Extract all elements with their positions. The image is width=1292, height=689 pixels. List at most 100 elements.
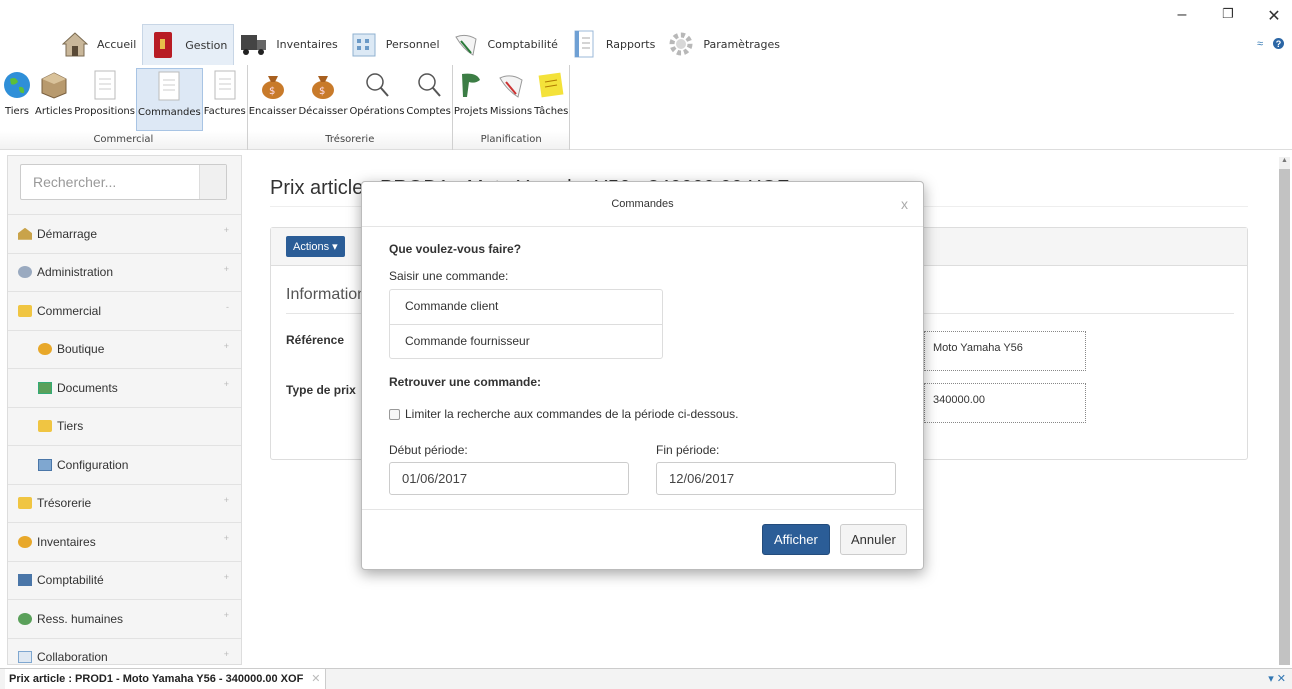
- sidebar-item-tresorerie[interactable]: Trésorerie +: [8, 483, 241, 523]
- money-bag-icon: $: [307, 68, 339, 102]
- sidebar-item-collaboration[interactable]: Collaboration +: [8, 637, 241, 665]
- sidebar-item-administration[interactable]: Administration +: [8, 252, 241, 292]
- building-icon: [350, 30, 378, 58]
- ribbon-articles-button[interactable]: Articles: [34, 68, 73, 131]
- ribbon-commandes-button[interactable]: Commandes: [135, 68, 203, 131]
- help-icon[interactable]: ?: [1273, 38, 1284, 49]
- start-period-label: Début période:: [389, 443, 468, 457]
- sidebar-item-label: Ress. humaines: [37, 611, 124, 626]
- ribbon-button-label: Tiers: [4, 106, 30, 117]
- sidebar-item-boutique[interactable]: Boutique +: [8, 329, 241, 369]
- sidebar-item-tiers[interactable]: Tiers: [8, 406, 241, 446]
- chevron-icon: +: [223, 533, 229, 543]
- ribbon-group-label: Planification: [452, 131, 570, 149]
- sidebar-item-label: Administration: [37, 265, 114, 280]
- sidebar-item-configuration[interactable]: Configuration: [8, 445, 241, 484]
- sidebar-item-label: Documents: [57, 380, 118, 395]
- close-tab-icon[interactable]: ✕: [311, 673, 320, 685]
- ribbon-decaisser-button[interactable]: $ Décaisser: [297, 68, 348, 131]
- sidebar-item-demarrage[interactable]: Démarrage +: [8, 214, 241, 253]
- ribbon-comptes-button[interactable]: Comptes: [405, 68, 451, 131]
- gear-icon: [667, 30, 695, 58]
- menu-accueil[interactable]: Accueil: [55, 24, 142, 64]
- menu-parametrages[interactable]: Paramètrages: [661, 24, 786, 64]
- chevron-icon: +: [223, 379, 229, 389]
- ribbon-tiers-button[interactable]: Tiers: [0, 68, 34, 131]
- tab-label: Prix article : PROD1 - Moto Yamaha Y56 -…: [9, 673, 304, 685]
- search-box: Rechercher...: [20, 164, 227, 200]
- dialog-footer-divider: [362, 509, 923, 510]
- menu-label: Rapports: [605, 37, 656, 51]
- box-icon: [38, 343, 52, 356]
- sidebar-item-comptabilite[interactable]: Comptabilité +: [8, 560, 241, 600]
- menu-gestion[interactable]: Gestion: [142, 24, 235, 65]
- money-bag-icon: $: [257, 68, 289, 102]
- menu-inventaires[interactable]: Inventaires: [234, 24, 343, 64]
- chevron-icon: +: [223, 340, 229, 351]
- menu-label: Comptabilité: [487, 37, 558, 51]
- end-period-label: Fin période:: [656, 443, 720, 457]
- close-icon[interactable]: x: [901, 196, 908, 212]
- sidebar-item-commercial[interactable]: Commercial -: [8, 291, 241, 330]
- list-item-commande-fournisseur[interactable]: Commande fournisseur: [390, 324, 662, 358]
- top-menu: Accueil Gestion Inventaires Personnel Co…: [0, 24, 1292, 65]
- annuler-button[interactable]: Annuler: [840, 524, 907, 555]
- sidebar-item-inventaires[interactable]: Inventaires +: [8, 522, 241, 561]
- search-button[interactable]: [200, 165, 226, 199]
- ribbon-group-label: Commercial: [0, 131, 247, 149]
- document-icon: [89, 68, 121, 102]
- sidebar-item-label: Comptabilité: [37, 573, 104, 588]
- ribbon-taches-button[interactable]: Tâches: [533, 68, 569, 131]
- field-value-reference[interactable]: Moto Yamaha Y56: [924, 331, 1086, 371]
- sidebar-item-ress-humaines[interactable]: Ress. humaines +: [8, 599, 241, 638]
- sidebar-item-label: Démarrage: [37, 226, 98, 241]
- menu-label: Gestion: [185, 38, 228, 52]
- folder-icon: [38, 420, 52, 433]
- limit-period-checkbox-row[interactable]: Limiter la recherche aux commandes de la…: [389, 407, 739, 421]
- menu-comptabilite[interactable]: Comptabilité: [446, 24, 564, 64]
- minimize-button[interactable]: –: [1174, 6, 1190, 26]
- ribbon-projets-button[interactable]: Projets: [453, 68, 489, 131]
- actions-button[interactable]: Actions ▾: [286, 236, 345, 257]
- report-icon: [570, 30, 598, 58]
- menu-label: Accueil: [97, 37, 137, 51]
- search-input[interactable]: Rechercher...: [21, 165, 200, 199]
- ribbon-factures-button[interactable]: Factures: [203, 68, 247, 131]
- limit-period-checkbox[interactable]: [389, 408, 400, 420]
- end-period-input[interactable]: 12/06/2017: [656, 462, 896, 495]
- menu-personnel[interactable]: Personnel: [344, 24, 446, 64]
- people-icon: [18, 612, 32, 625]
- field-label-reference: Référence: [286, 333, 345, 347]
- collapse-ribbon-icon[interactable]: ≈: [1257, 38, 1263, 50]
- restore-button[interactable]: ❐: [1220, 6, 1236, 26]
- sidebar-item-label: Collaboration: [37, 650, 108, 665]
- tab-controls[interactable]: ▾ ✕: [1268, 672, 1286, 685]
- ribbon-propositions-button[interactable]: Propositions: [73, 68, 136, 131]
- vertical-scrollbar[interactable]: ▲: [1279, 157, 1290, 665]
- scroll-up-icon[interactable]: ▲: [1281, 157, 1288, 164]
- field-value-type-prix[interactable]: 340000.00: [924, 383, 1086, 423]
- sidebar-item-documents[interactable]: Documents +: [8, 368, 241, 407]
- start-period-input[interactable]: 01/06/2017: [389, 462, 629, 495]
- ribbon-group-tresorerie: $ Encaisser $ Décaisser Opérations Compt…: [247, 65, 453, 150]
- chevron-icon: +: [223, 225, 229, 235]
- afficher-button[interactable]: Afficher: [762, 524, 830, 555]
- ribbon-button-label: Missions: [489, 106, 533, 117]
- ribbon-button-label: Commandes: [137, 107, 201, 118]
- document-tab[interactable]: Prix article : PROD1 - Moto Yamaha Y56 -…: [5, 669, 326, 689]
- menu-label: Paramètrages: [703, 37, 780, 51]
- ribbon-button-label: Encaisser: [248, 106, 297, 117]
- sidebar-item-label: Boutique: [57, 342, 105, 357]
- list-item-commande-client[interactable]: Commande client: [390, 290, 662, 324]
- home-icon: [61, 30, 89, 58]
- close-window-button[interactable]: ✕: [1266, 6, 1282, 26]
- chevron-icon: +: [223, 610, 229, 620]
- ribbon-group-label: Trésorerie: [247, 131, 452, 149]
- scrollbar-thumb[interactable]: [1279, 169, 1290, 665]
- ribbon-missions-button[interactable]: Missions: [489, 68, 533, 131]
- bottom-tab-bar: Prix article : PROD1 - Moto Yamaha Y56 -…: [0, 668, 1292, 689]
- ribbon-operations-button[interactable]: Opérations: [348, 68, 405, 131]
- find-order-label: Retrouver une commande:: [389, 375, 542, 389]
- ribbon-encaisser-button[interactable]: $ Encaisser: [248, 68, 298, 131]
- menu-rapports[interactable]: Rapports: [564, 24, 661, 64]
